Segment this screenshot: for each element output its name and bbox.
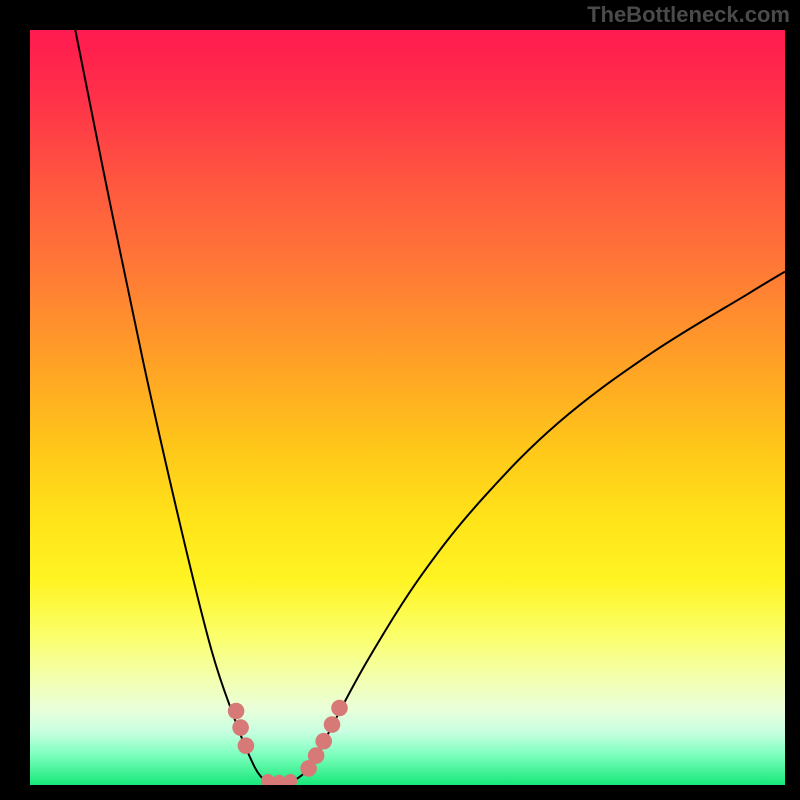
chart-frame: TheBottleneck.com [0,0,800,800]
highlight-marker [324,716,341,733]
highlight-marker [308,747,325,764]
watermark-text: TheBottleneck.com [587,2,790,28]
plot-area [30,30,785,785]
curve-svg [30,30,785,785]
highlight-marker [331,700,348,717]
highlight-marker [315,733,332,750]
highlight-marker [228,703,245,720]
highlight-marker [238,737,255,754]
highlight-markers [228,700,348,785]
highlight-marker [284,774,298,785]
bottleneck-curve [75,30,785,783]
highlight-marker [261,774,275,785]
highlight-marker [232,719,249,736]
